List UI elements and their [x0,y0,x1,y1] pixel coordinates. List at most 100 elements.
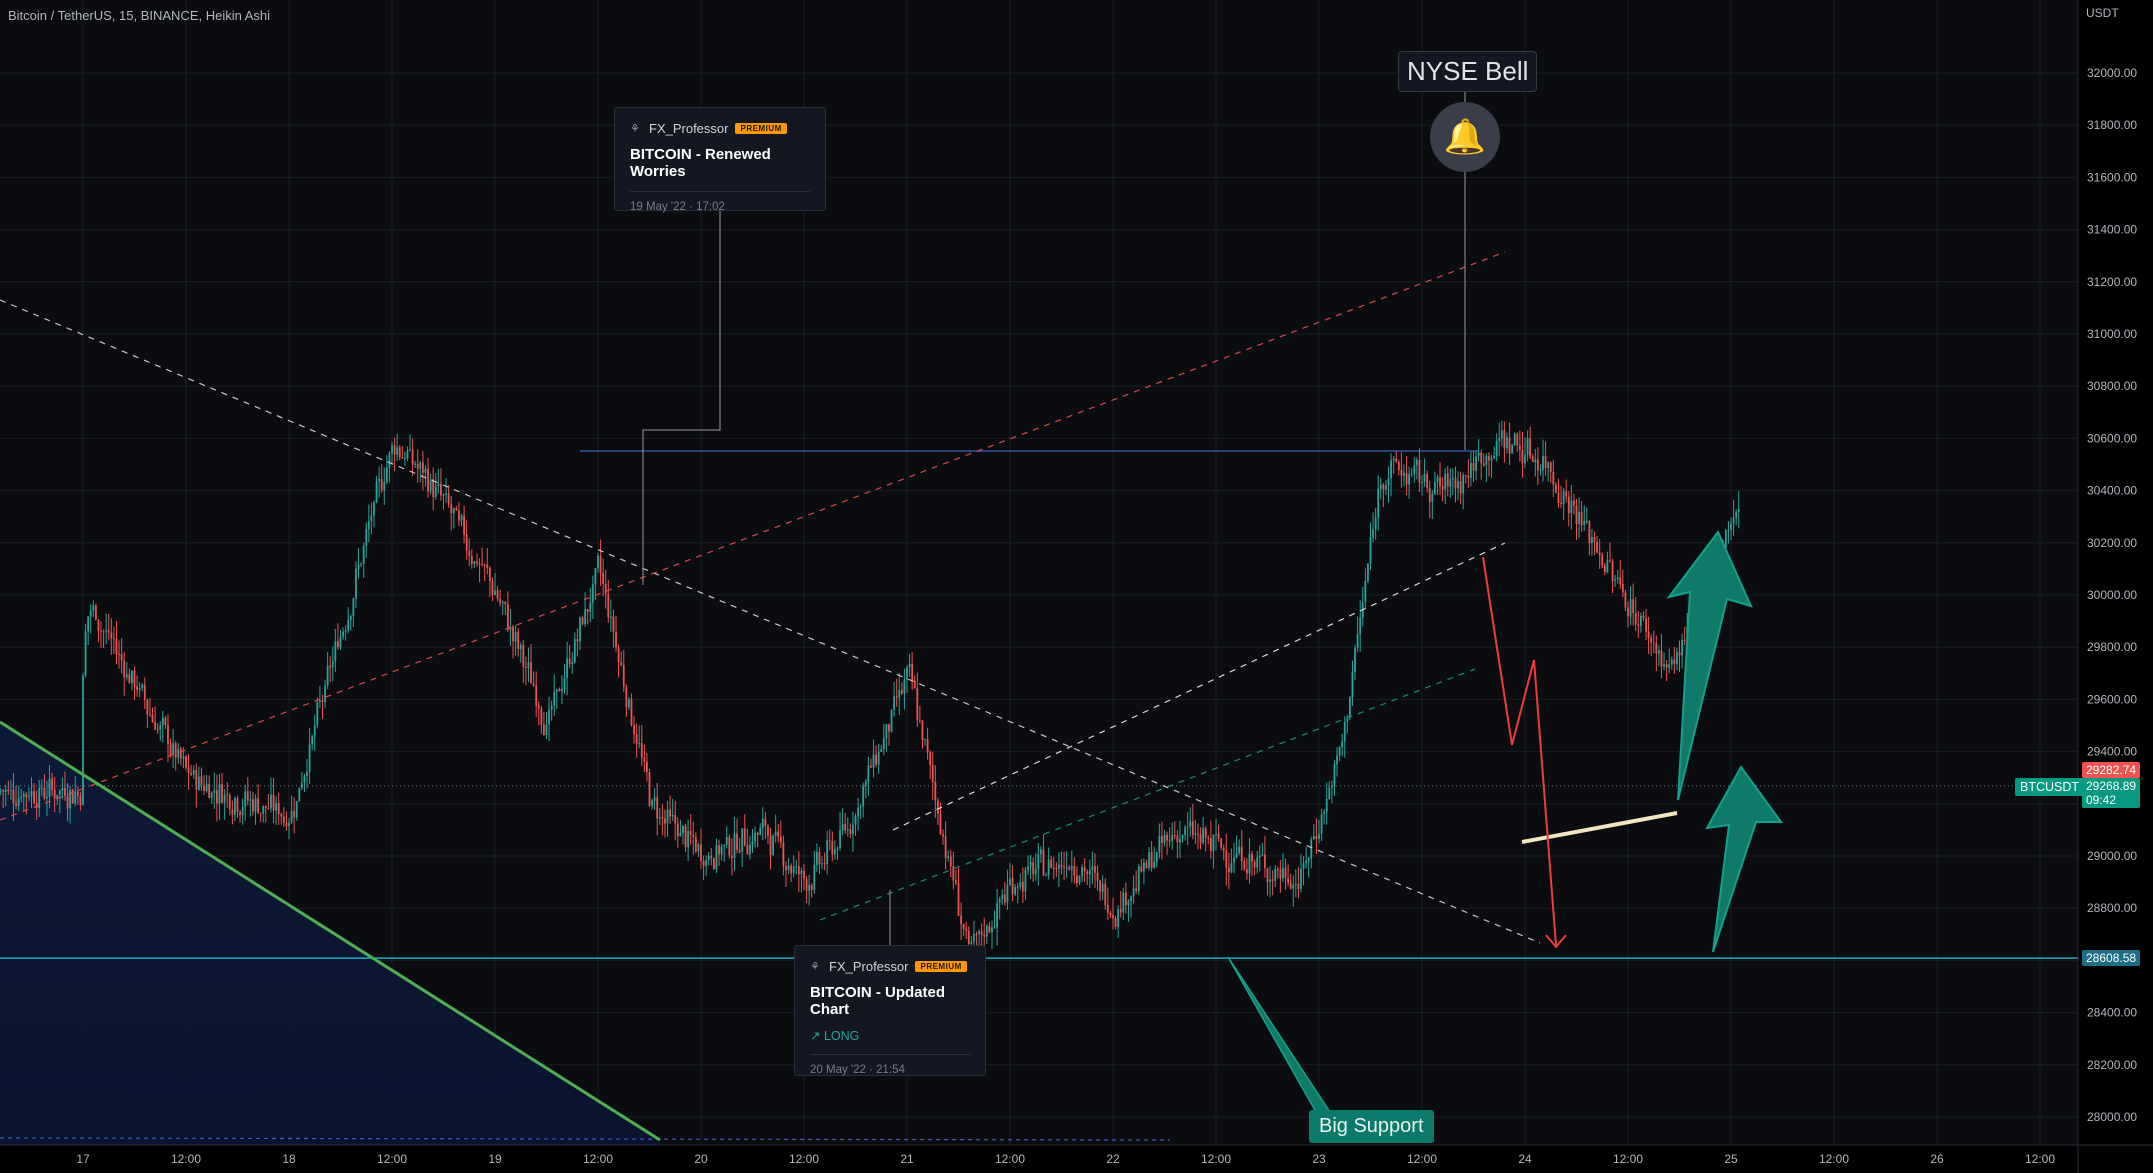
candle-body [120,654,123,661]
candle-body [1323,811,1326,815]
candle-body [97,619,100,632]
candle-body [1650,637,1653,643]
candle-body [823,863,826,865]
candle-body [870,765,872,768]
candle-body [1256,857,1259,868]
candle-body [46,796,48,799]
candle-body [1413,465,1416,474]
candle-body [231,809,234,815]
candle-body [92,605,95,611]
candle-body [1058,864,1060,869]
candle-body [1614,579,1617,581]
candle-body [1096,872,1099,881]
publication-card-2[interactable]: ⚘ FX_Professor PREMIUM BITCOIN - Updated… [794,945,986,1076]
candle-body [1642,616,1645,618]
candle-body [955,880,957,884]
publication-card-1[interactable]: ⚘ FX_Professor PREMIUM BITCOIN - Renewed… [614,107,826,213]
price-chart[interactable]: 28000.0028200.0028400.0028600.0028800.00… [0,0,2153,1173]
candle-body [1001,894,1004,899]
candle-body [205,783,208,792]
candle-body [0,790,2,792]
candle-body [813,865,816,890]
big-support-label[interactable]: Big Support [1309,1110,1434,1143]
publication-title[interactable]: BITCOIN - Updated Chart [810,984,970,1018]
candle-body [1573,500,1575,506]
candle-body [1253,861,1256,868]
candle-body [1557,492,1560,504]
candle-body [942,834,944,837]
time-axis[interactable]: 17 12:00 18 12:00 19 12:00 20 12:00 21 12:00 22 12:… [0,1144,2153,1166]
chart-root[interactable]: 28000.0028200.0028400.0028600.0028800.00… [0,0,2153,1173]
candle-body [633,725,635,735]
candle-body [731,855,733,858]
y-tick-label: 28000.00 [2087,1110,2137,1124]
candle-body [1400,469,1403,476]
candle-body [1570,500,1573,514]
candle-body [1727,530,1730,532]
candle-body [458,510,460,521]
candle-body [882,738,885,749]
candle-body [1415,460,1418,466]
x-tick-label: 19 [488,1152,502,1166]
candle-body [1555,484,1557,493]
author-name[interactable]: FX_Professor [829,959,908,974]
candle-body [161,717,164,726]
candle-body [128,674,131,684]
candle-body [385,467,388,483]
candle-body [61,788,64,791]
chart-title: Bitcoin / TetherUS, 15, BINANCE, Heikin … [8,8,271,23]
candle-body [264,805,267,809]
candle-body [20,796,23,799]
candle-body [512,626,514,642]
candle-body [10,790,12,792]
candle-body [1127,901,1130,906]
candle-body [172,743,175,756]
candle-body [785,866,787,871]
candle-body [427,468,429,492]
candle-body [1408,473,1411,485]
candle-body [1567,496,1570,514]
candle-body [895,696,898,698]
candle-body [1336,755,1338,765]
candle-body [499,598,502,604]
candle-body [684,825,687,848]
candle-body [957,883,960,916]
author-name[interactable]: FX_Professor [649,121,728,136]
nyse-bell-label[interactable]: NYSE Bell [1398,51,1538,92]
candle-body [700,844,702,862]
candle-body [867,765,870,782]
candle-body [355,568,357,599]
candle-body [944,836,947,859]
candle-body [767,826,769,836]
bell-icon[interactable]: 🔔 [1430,102,1500,172]
candle-body [1480,452,1483,464]
candle-body [1542,456,1544,470]
candle-body [831,841,834,855]
publication-title[interactable]: BITCOIN - Renewed Worries [630,146,810,180]
price-axis[interactable]: 28000.0028200.0028400.0028600.0028800.00… [2077,0,2137,1173]
candle-body [164,717,167,726]
candle-body [939,813,942,835]
candle-body [4,789,7,792]
candle-body [1637,624,1640,626]
candle-body [84,631,87,676]
candle-body [620,662,623,666]
candle-body [452,508,455,514]
candle-body [579,617,581,642]
candle-body [30,791,33,796]
candle-body [651,800,653,806]
candle-body [1289,882,1292,889]
candle-body [311,736,314,745]
candle-body [980,931,983,935]
candle-body [1467,475,1470,478]
candle-body [599,555,602,573]
candle-body [828,840,831,842]
candle-body [888,724,890,732]
candle-body [1016,886,1019,888]
candle-body [872,754,875,768]
candle-body [313,725,316,737]
candle-body [916,688,919,720]
candle-body [537,705,540,709]
candle-body [535,685,538,706]
candle-body [926,739,929,753]
